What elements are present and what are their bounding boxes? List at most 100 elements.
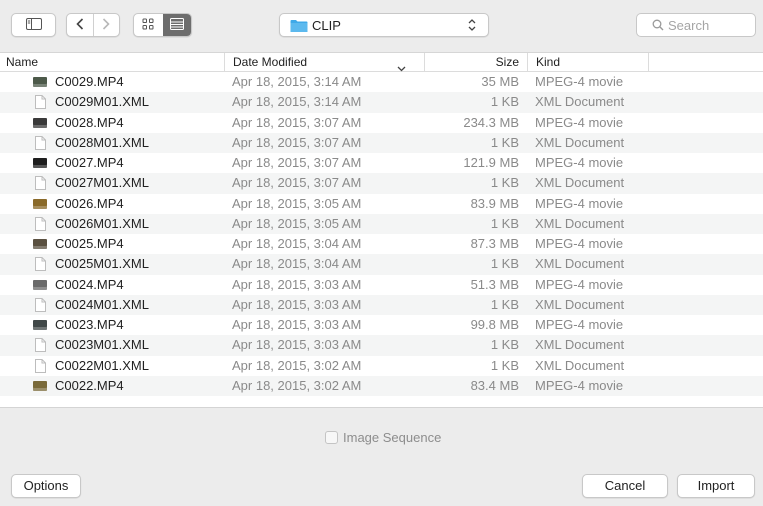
file-size: 1 KB [490, 215, 519, 231]
file-kind: XML Document [535, 296, 625, 312]
video-thumbnail-icon [33, 198, 47, 209]
sidebar-toggle-button[interactable] [11, 13, 56, 37]
video-thumbnail-icon [33, 380, 47, 391]
file-name: C0027M01.XML [55, 175, 149, 191]
cancel-button[interactable]: Cancel [582, 474, 668, 498]
file-date-modified: Apr 18, 2015, 3:03 AM [232, 317, 362, 332]
file-row[interactable]: C0027.MP4 Apr 18, 2015, 3:07 AM 121.9 MB MP… [0, 153, 763, 173]
file-row[interactable]: C0026M01.XML Apr 18, 2015, 3:05 AM 1 KB XML… [0, 213, 763, 234]
search-field[interactable]: Search [636, 13, 756, 37]
location-label: CLIP [312, 18, 341, 33]
image-sequence-checkbox[interactable] [325, 431, 338, 444]
navigation-buttons [66, 13, 120, 37]
file-row[interactable]: C0024M01.XML Apr 18, 2015, 3:03 AM 1 KB XML… [0, 294, 763, 315]
file-size: 1 KB [490, 357, 519, 373]
import-button[interactable]: Import [677, 474, 755, 498]
file-date-modified: Apr 18, 2015, 3:05 AM [232, 215, 362, 231]
file-kind: MPEG-4 movie [535, 276, 624, 292]
file-name: C0022.MP4 [55, 377, 124, 393]
file-name: C0029.MP4 [55, 74, 124, 89]
file-date-modified: Apr 18, 2015, 3:02 AM [232, 377, 362, 393]
file-name: C0029M01.XML [55, 94, 149, 110]
video-thumbnail-icon [33, 158, 47, 168]
search-placeholder: Search [668, 18, 710, 33]
column-header: Name Date Modified Size Kind [0, 52, 763, 72]
column-name[interactable]: Name [0, 53, 224, 72]
file-row[interactable]: C0022.MP4 Apr 18, 2015, 3:02 AM 83.4 MB MPE… [0, 375, 763, 396]
file-row[interactable]: C0028M01.XML Apr 18, 2015, 3:07 AM 1 KB XML… [0, 132, 763, 153]
options-button[interactable]: Options [11, 474, 81, 498]
file-date-modified: Apr 18, 2015, 3:05 AM [232, 195, 362, 211]
file-size: 1 KB [490, 134, 519, 150]
file-row[interactable]: C0029.MP4 Apr 18, 2015, 3:14 AM 35 MB MPEG-… [0, 72, 763, 92]
file-kind: XML Document [535, 256, 625, 272]
file-date-modified: Apr 18, 2015, 3:07 AM [232, 134, 362, 150]
file-row[interactable]: C0026.MP4 Apr 18, 2015, 3:05 AM 83.9 MB MPE… [0, 194, 763, 214]
chevron-left-icon [76, 17, 84, 33]
icon-view-button[interactable] [134, 14, 163, 36]
file-name: C0024.MP4 [55, 276, 124, 292]
image-sequence-option[interactable]: Image Sequence [325, 430, 441, 445]
file-size: 1 KB [490, 94, 519, 110]
file-name: C0023.MP4 [55, 317, 124, 332]
file-kind: MPEG-4 movie [535, 114, 624, 130]
file-row[interactable]: C0023M01.XML Apr 18, 2015, 3:03 AM 1 KB XML… [0, 335, 763, 356]
video-thumbnail-icon [33, 117, 47, 128]
file-row[interactable]: C0023.MP4 Apr 18, 2015, 3:03 AM 99.8 MB MPE… [0, 315, 763, 335]
list-view-button[interactable] [162, 14, 191, 36]
file-date-modified: Apr 18, 2015, 3:03 AM [232, 296, 362, 312]
column-date-label: Date Modified [233, 55, 308, 69]
file-row[interactable]: C0025.MP4 Apr 18, 2015, 3:04 AM 87.3 MB MPE… [0, 234, 763, 254]
file-name: C0022M01.XML [55, 357, 149, 373]
view-mode-buttons [133, 13, 192, 37]
file-name: C0028.MP4 [55, 114, 124, 130]
file-list[interactable]: Name Date Modified Size Kind C0029.MP4 Ap… [0, 52, 763, 407]
file-size: 234.3 MB [463, 114, 519, 130]
file-kind: MPEG-4 movie [535, 155, 624, 170]
file-date-modified: Apr 18, 2015, 3:07 AM [232, 175, 362, 191]
file-size: 1 KB [490, 296, 519, 312]
file-size: 83.4 MB [470, 377, 519, 393]
file-kind: MPEG-4 movie [535, 317, 624, 332]
file-size: 35 MB [481, 74, 519, 89]
sidebar-icon [25, 17, 42, 33]
location-popup[interactable]: CLIP [279, 13, 489, 37]
video-thumbnail-icon [33, 239, 47, 249]
file-name: C0024M01.XML [55, 296, 149, 312]
file-date-modified: Apr 18, 2015, 3:02 AM [232, 357, 362, 373]
file-kind: XML Document [535, 94, 625, 110]
column-date-modified[interactable]: Date Modified [224, 53, 424, 72]
video-thumbnail-icon [33, 320, 47, 330]
folder-icon [290, 19, 308, 36]
file-kind: MPEG-4 movie [535, 195, 624, 211]
column-kind[interactable]: Kind [527, 53, 648, 72]
file-row[interactable]: C0029M01.XML Apr 18, 2015, 3:14 AM 1 KB XML… [0, 92, 763, 113]
list-icon [169, 17, 184, 33]
file-date-modified: Apr 18, 2015, 3:14 AM [232, 74, 362, 89]
back-button[interactable] [67, 14, 93, 36]
chevron-right-icon [102, 17, 110, 33]
file-kind: MPEG-4 movie [535, 74, 624, 89]
search-icon [652, 19, 664, 34]
file-row[interactable]: C0022M01.XML Apr 18, 2015, 3:02 AM 1 KB XML… [0, 356, 763, 376]
video-thumbnail-icon [33, 77, 47, 87]
file-name: C0027.MP4 [55, 155, 124, 170]
file-size: 1 KB [490, 256, 519, 272]
file-row[interactable]: C0024.MP4 Apr 18, 2015, 3:03 AM 51.3 MB MPE… [0, 275, 763, 295]
file-kind: XML Document [535, 337, 625, 353]
file-kind: XML Document [535, 175, 625, 191]
file-name: C0025M01.XML [55, 256, 149, 272]
video-thumbnail-icon [33, 279, 47, 290]
file-kind: XML Document [535, 215, 625, 231]
column-size[interactable]: Size [424, 53, 527, 72]
file-row[interactable]: C0028.MP4 Apr 18, 2015, 3:07 AM 234.3 MB MP… [0, 113, 763, 133]
file-row[interactable]: C0025M01.XML Apr 18, 2015, 3:04 AM 1 KB XML… [0, 254, 763, 275]
file-row[interactable]: C0027M01.XML Apr 18, 2015, 3:07 AM 1 KB XML… [0, 173, 763, 194]
file-date-modified: Apr 18, 2015, 3:14 AM [232, 94, 362, 110]
file-name: C0026M01.XML [55, 215, 149, 231]
file-size: 51.3 MB [470, 276, 519, 292]
up-down-chevron-icon [468, 18, 476, 35]
toolbar: CLIP Search [0, 0, 763, 52]
forward-button[interactable] [92, 14, 120, 36]
file-date-modified: Apr 18, 2015, 3:03 AM [232, 337, 362, 353]
